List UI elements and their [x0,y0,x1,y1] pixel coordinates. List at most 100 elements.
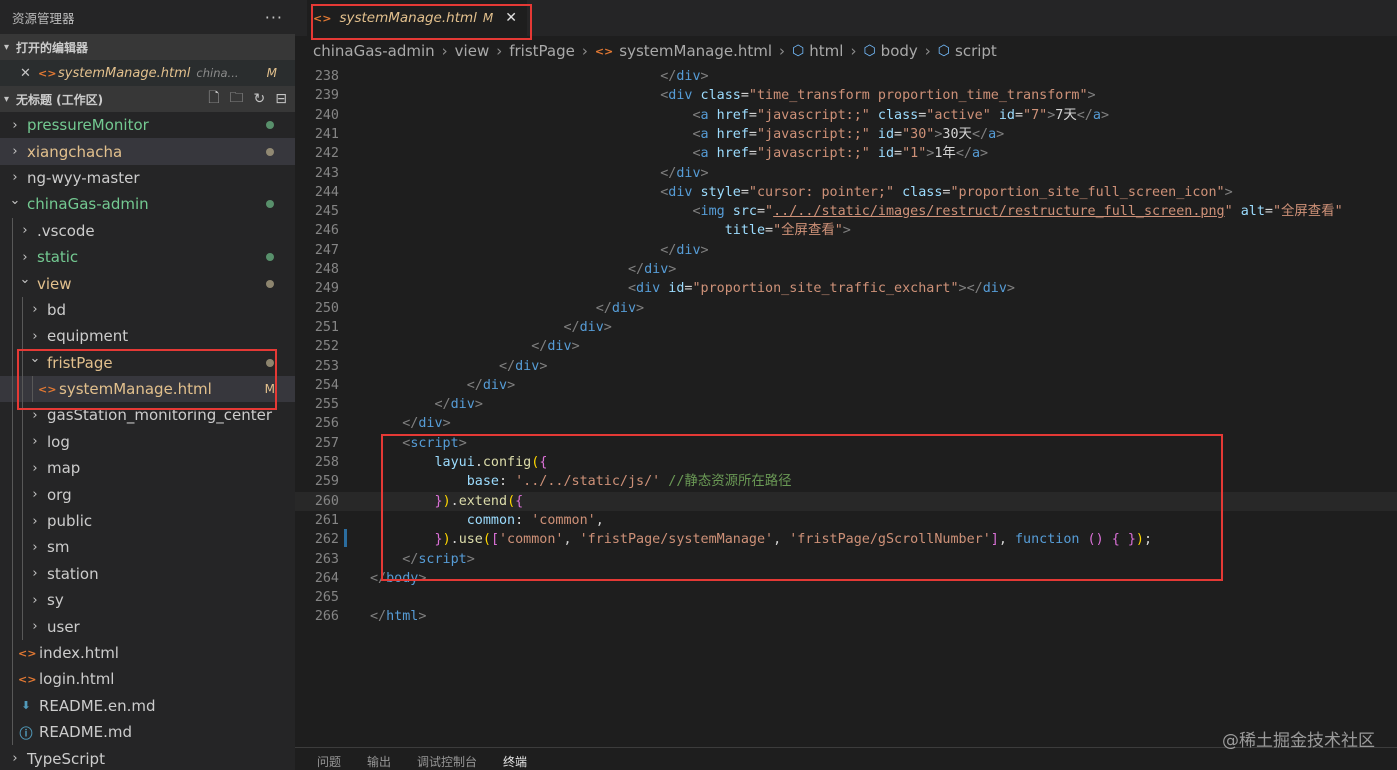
tree-item[interactable]: › sy [0,587,295,614]
code-token: > [474,397,483,413]
collapse-all-icon[interactable]: ⊟ [275,91,287,107]
chevron-right-icon[interactable]: › [28,540,42,555]
tab-terminal[interactable]: 终端 [503,753,527,770]
tree-item[interactable]: › org [0,481,295,508]
line-text: <div id="proportion_site_traffic_exchart… [370,279,1015,298]
tree-item[interactable]: › gasStation_monitoring_center [0,402,295,429]
code-token: div [450,397,475,413]
code-line: 262 }).use(['common', 'fristPage/systemM… [295,530,1397,549]
code-token: () [1087,532,1104,548]
chevron-right-icon[interactable]: › [28,619,42,634]
code-token: </ [434,397,451,413]
code-editor[interactable]: 238 </div> 239 <div class="time_transform… [295,67,1397,747]
code-token: common [466,512,516,528]
code-token: "active" [926,107,991,123]
code-token: > [1224,184,1233,200]
breadcrumb-item[interactable]: script [955,42,997,60]
chevron-right-icon[interactable]: › [28,566,42,581]
line-number: 240 [314,107,339,123]
chevron-right-icon[interactable]: › [18,223,32,238]
tree-item[interactable]: › pressureMonitor [0,112,295,138]
chevron-right-icon[interactable]: › [28,302,42,317]
chevron-right-icon[interactable]: › [8,118,22,133]
code-token: > [1087,88,1096,104]
new-folder-icon[interactable]: 🗀 [230,87,244,111]
chevron-right-icon[interactable]: › [28,487,42,502]
breadcrumb-item[interactable]: systemManage.html [619,42,772,60]
line-text: </div> [370,395,483,414]
chevron-right-icon[interactable]: › [28,593,42,608]
code-token: < [692,146,701,162]
tree-item[interactable]: › equipment [0,323,295,350]
tree-item[interactable]: › log [0,428,295,456]
new-file-icon[interactable]: 🗋 [208,87,219,111]
breadcrumb-item[interactable]: chinaGas-admin [313,42,435,60]
tree-item-label: systemManage.html [59,380,212,399]
chevron-down-icon[interactable]: ⌄ [28,351,42,366]
code-line: 254 </div> [295,376,1397,395]
chevron-right-icon[interactable]: › [28,408,42,423]
tree-item[interactable]: <> index.html [0,639,295,667]
code-token: , [563,532,580,548]
close-icon[interactable]: ✕ [20,66,38,81]
tree-item[interactable]: › bd [0,296,295,324]
tree-item[interactable]: › TypeScript [0,745,295,770]
chevron-right-icon[interactable]: › [28,329,42,344]
code-token: 'common' [499,532,564,548]
explorer-sidebar: 资源管理器 ··· ▾ 打开的编辑器 ✕ <> systemManage.htm… [0,0,295,770]
tab-problems[interactable]: 问题 [317,753,341,770]
breadcrumb-item[interactable]: body [881,42,918,60]
tree-item[interactable]: ⬇ README.en.md [0,692,295,719]
tree-item[interactable]: <> login.html [0,666,295,693]
code-token: > [418,609,427,625]
chevron-right-icon[interactable]: › [28,434,42,449]
code-token: > [700,165,709,181]
breadcrumb-item[interactable]: view [455,42,490,60]
tree-item[interactable]: ⌄ fristPage [0,349,295,376]
tab-debug-console[interactable]: 调试控制台 [417,753,477,770]
code-token: , [595,512,604,528]
tree-item[interactable]: ⓘ README.md [0,718,295,746]
indent-guide [12,296,13,324]
breadcrumb-item[interactable]: fristPage [509,42,575,60]
code-token: div [515,358,540,374]
chevron-down-icon[interactable]: ⌄ [8,193,22,208]
tree-item[interactable]: › xiangchacha [0,138,295,165]
tree-item[interactable]: ⌄ chinaGas-admin [0,191,295,217]
code-line: 240 <a href="javascript:;" class="active… [295,106,1397,125]
code-token: " [1224,204,1233,220]
workspace-section[interactable]: ▾ 无标题 (工作区) 🗋 🗀 ↻ ⊟ [0,86,295,112]
chevron-right-icon[interactable]: › [28,461,42,476]
more-actions-icon[interactable]: ··· [265,8,283,27]
refresh-icon[interactable]: ↻ [254,91,266,107]
tree-item[interactable]: › public [0,507,295,535]
tree-item-label: static [37,248,79,267]
tree-item[interactable]: ⌄ view [0,270,295,297]
tree-item[interactable]: › .vscode [0,217,295,244]
tree-item[interactable]: › station [0,560,295,588]
chevron-right-icon[interactable]: › [8,144,22,159]
tree-item[interactable]: › user [0,613,295,640]
close-icon[interactable]: ✕ [505,10,517,26]
tree-item[interactable]: › static [0,243,295,271]
chevron-right-icon[interactable]: › [18,250,32,265]
tab-output[interactable]: 输出 [367,753,391,770]
tree-item[interactable]: › sm [0,534,295,561]
tab-systemmanage[interactable]: <> systemManage.html M ✕ [307,0,527,36]
open-editors-section[interactable]: ▾ 打开的编辑器 [0,34,295,60]
code-token: 7天 [1055,107,1077,123]
chevron-right-icon[interactable]: › [8,751,22,766]
tree-item[interactable]: <> systemManage.html M [0,375,295,403]
breadcrumb-item[interactable]: html [809,42,843,60]
chevron-right-icon[interactable]: › [8,170,22,185]
tree-item[interactable]: › map [0,455,295,482]
chevron-right-icon[interactable]: › [28,514,42,529]
chevron-right-icon: › [779,42,786,60]
code-token: > [700,69,709,84]
tree-item[interactable]: › ng-wyy-master [0,165,295,191]
chevron-down-icon[interactable]: ⌄ [18,272,32,287]
open-editor-item[interactable]: ✕ <> systemManage.html china... M [0,60,295,86]
